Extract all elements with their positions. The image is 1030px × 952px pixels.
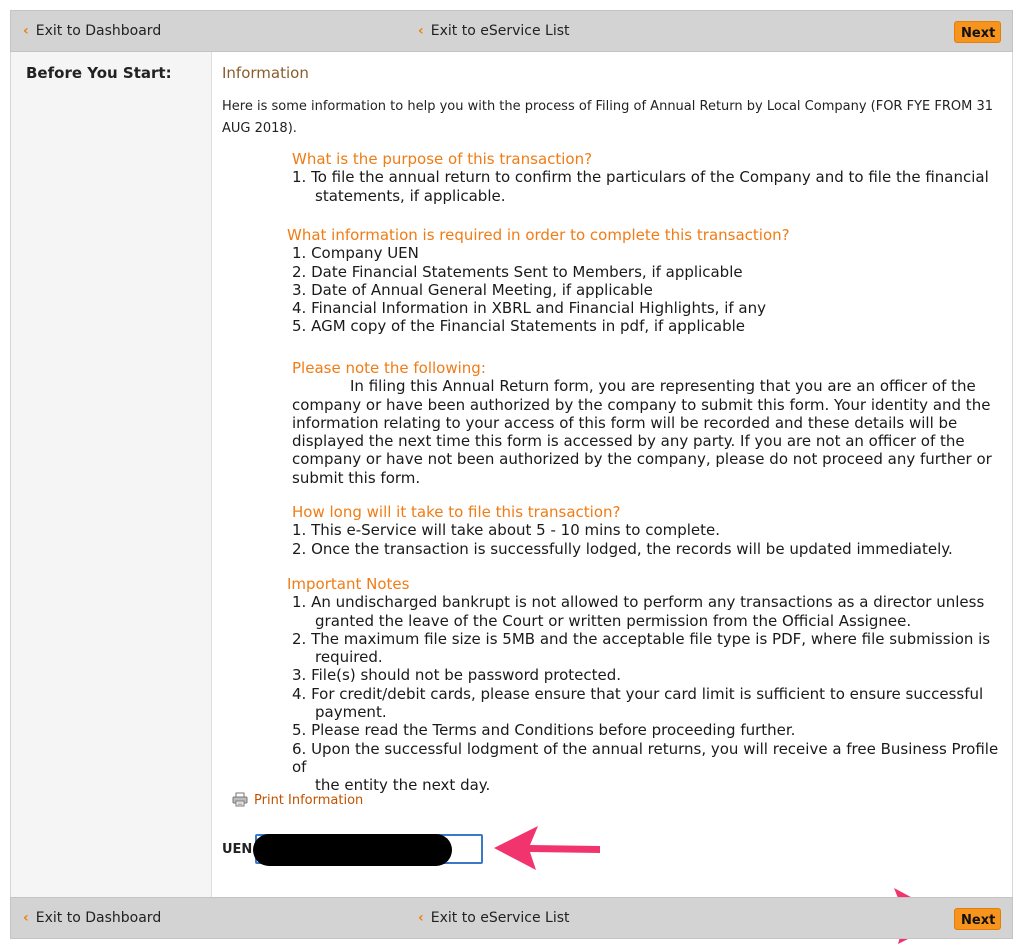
bottom-nav-bar: ‹ Exit to Dashboard ‹ Exit to eService Lis… xyxy=(10,897,1013,939)
please-note-line: company or have not been authorized by t… xyxy=(292,450,992,469)
exit-to-eservice-list-link[interactable]: ‹ Exit to eService List xyxy=(418,11,570,51)
section-heading: Information xyxy=(222,64,309,82)
chevron-left-icon: ‹ xyxy=(23,23,29,39)
chevron-left-icon: ‹ xyxy=(418,910,424,926)
exit-to-eservice-list-label: Exit to eService List xyxy=(430,23,570,39)
required-info-section: What information is required in order to… xyxy=(287,226,790,336)
important-note-line: 1. An undischarged bankrupt is not allow… xyxy=(292,593,985,612)
exit-to-eservice-list-link[interactable]: ‹ Exit to eService List xyxy=(418,898,570,938)
required-info-item: 2. Date Financial Statements Sent to Mem… xyxy=(292,262,743,281)
purpose-item-continued: statements, if applicable. xyxy=(315,186,506,205)
exit-to-dashboard-label: Exit to Dashboard xyxy=(35,910,162,926)
top-nav-bar: ‹ Exit to Dashboard ‹ Exit to eService Lis… xyxy=(10,10,1013,52)
exit-to-dashboard-link[interactable]: ‹ Exit to Dashboard xyxy=(23,898,161,938)
chevron-left-icon: ‹ xyxy=(418,23,424,39)
important-note-line: the entity the next day. xyxy=(315,776,491,795)
exit-to-dashboard-link[interactable]: ‹ Exit to Dashboard xyxy=(23,11,161,51)
important-note-line: payment. xyxy=(315,703,387,722)
duration-item: 1. This e-Service will take about 5 - 10… xyxy=(292,521,721,540)
required-info-item: 4. Financial Information in XBRL and Fin… xyxy=(292,299,766,318)
important-note-line: granted the leave of the Court or writte… xyxy=(315,611,912,630)
exit-to-eservice-list-label: Exit to eService List xyxy=(430,910,570,926)
duration-title: How long will it take to file this trans… xyxy=(292,503,621,521)
important-note-line: 3. File(s) should not be password protec… xyxy=(292,666,622,685)
duration-item: 2. Once the transaction is successfully … xyxy=(292,539,953,558)
chevron-left-icon: ‹ xyxy=(23,910,29,926)
annotation-arrow-icon xyxy=(494,826,600,870)
required-info-title: What information is required in order to… xyxy=(287,226,790,244)
please-note-line: company or have been authorized by the c… xyxy=(292,395,991,414)
please-note-line: displayed the next time this form is acc… xyxy=(292,432,965,451)
important-notes-section: Important Notes 1. An undischarged bankr… xyxy=(287,575,1012,795)
duration-section: How long will it take to file this trans… xyxy=(292,503,953,558)
sidebar-title: Before You Start: xyxy=(26,64,172,82)
required-info-item: 5. AGM copy of the Financial Statements … xyxy=(292,317,746,336)
important-notes-title: Important Notes xyxy=(287,575,410,593)
important-note-line: 6. Upon the successful lodgment of the a… xyxy=(292,739,999,776)
please-note-line: information relating to your access of t… xyxy=(292,413,958,432)
uen-label: UEN xyxy=(222,842,253,857)
important-note-line: required. xyxy=(315,648,383,667)
purpose-title: What is the purpose of this transaction? xyxy=(292,150,593,168)
purpose-section: What is the purpose of this transaction?… xyxy=(292,150,989,205)
required-info-item: 1. Company UEN xyxy=(292,244,419,263)
next-button-bottom[interactable]: Next xyxy=(954,908,1001,930)
important-note-line: 5. Please read the Terms and Conditions … xyxy=(292,721,796,740)
required-info-item: 3. Date of Annual General Meeting, if ap… xyxy=(292,280,653,299)
please-note-line: In filing this Annual Return form, you a… xyxy=(350,377,976,396)
please-note-title: Please note the following: xyxy=(292,359,486,377)
print-information-link[interactable]: Print Information xyxy=(232,792,363,808)
important-note-line: 4. For credit/debit cards, please ensure… xyxy=(292,684,984,703)
next-button-top[interactable]: Next xyxy=(954,21,1001,43)
content-frame: Before You Start: Information Here is so… xyxy=(10,52,1013,897)
please-note-section: Please note the following: In filing thi… xyxy=(292,359,992,487)
sidebar: Before You Start: xyxy=(11,52,212,897)
exit-to-dashboard-label: Exit to Dashboard xyxy=(35,23,162,39)
print-information-label: Print Information xyxy=(254,793,364,808)
important-note-line: 2. The maximum file size is 5MB and the … xyxy=(292,629,991,648)
intro-text: Here is some information to help you wit… xyxy=(222,99,993,136)
printer-icon xyxy=(232,792,248,807)
redaction-mark xyxy=(253,834,452,866)
please-note-line: submit this form. xyxy=(292,468,421,487)
purpose-item: 1. To file the annual return to confirm … xyxy=(292,168,989,187)
